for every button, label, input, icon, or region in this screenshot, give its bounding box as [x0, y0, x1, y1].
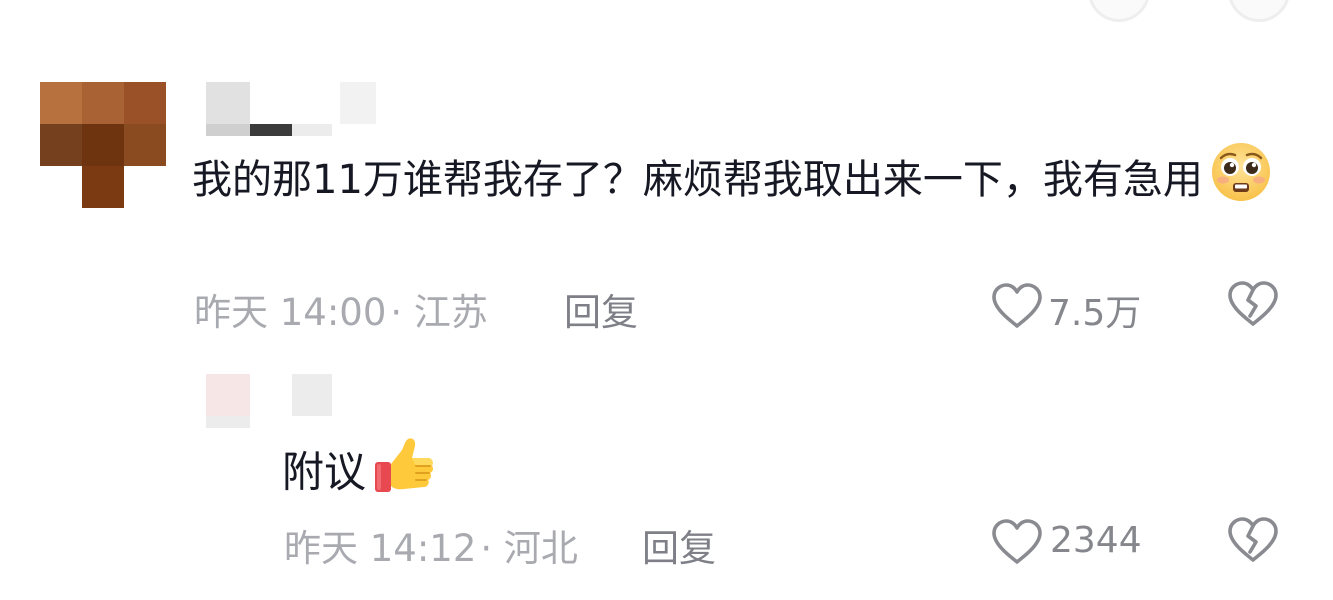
reply-location: · 河北 [480, 527, 578, 570]
reply-text: 附议 [282, 436, 436, 514]
broken-heart-icon [1228, 517, 1278, 562]
top-action-icon[interactable] [1088, 0, 1150, 22]
avatar[interactable] [40, 82, 166, 208]
reply-avatar[interactable] [206, 374, 250, 428]
reply-meta: 昨天 14:12 · 河北 [284, 518, 578, 572]
dislike-button[interactable] [1226, 280, 1280, 332]
reply-like-count: 2344 [1050, 520, 1142, 561]
comment-text-content: 我的那11万谁帮我存了？麻烦帮我取出来一下，我有急用 [192, 157, 1203, 203]
comment-time: 昨天 14:00 [194, 291, 387, 334]
pleading-face-icon [1209, 140, 1273, 224]
comment-meta: 昨天 14:00 · 江苏 [194, 282, 488, 336]
reply-like-button[interactable]: 2344 [990, 516, 1160, 568]
reply-dislike-button[interactable] [1226, 516, 1280, 568]
reply-reply-button[interactable]: 回复 [642, 518, 716, 572]
reply-username[interactable] [292, 374, 332, 416]
comment-location: · 江苏 [390, 291, 488, 334]
like-button[interactable]: 7.5万 [990, 280, 1160, 334]
username[interactable] [206, 82, 376, 144]
top-action-icon[interactable] [1228, 0, 1290, 22]
heart-icon [990, 518, 1044, 570]
thumbs-up-icon [372, 436, 436, 514]
like-count: 7.5万 [1048, 293, 1142, 334]
heart-icon [990, 282, 1044, 334]
broken-heart-icon [1228, 281, 1278, 326]
comment-text: 我的那11万谁帮我存了？麻烦帮我取出来一下，我有急用 [192, 140, 1282, 224]
reply-button[interactable]: 回复 [564, 282, 638, 336]
reply-time: 昨天 14:12 [284, 527, 477, 570]
reply-text-content: 附议 [282, 447, 367, 497]
